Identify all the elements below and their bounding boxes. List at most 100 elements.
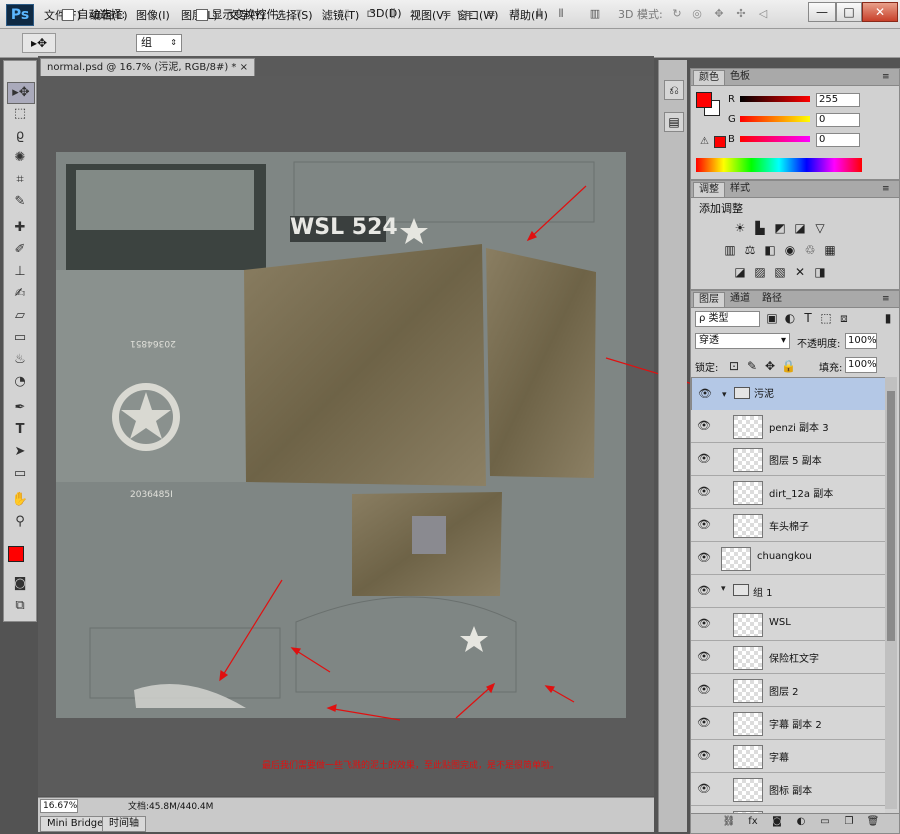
photo-filter-icon[interactable]: ◉ [783, 243, 797, 257]
channel-b-slider[interactable] [740, 136, 810, 142]
tab-timeline[interactable]: 时间轴 [102, 816, 146, 832]
color-spectrum-bar[interactable] [696, 158, 862, 172]
visibility-eye-icon[interactable]: 👁 [697, 650, 711, 664]
invert-icon[interactable]: ◪ [733, 265, 747, 279]
visibility-eye-icon[interactable]: 👁 [697, 782, 711, 796]
visibility-eye-icon[interactable]: 👁 [697, 419, 711, 433]
lock-position-icon[interactable]: ✥ [763, 359, 777, 373]
gradient-map-icon[interactable]: ◨ [813, 265, 827, 279]
channel-g-slider[interactable] [740, 116, 810, 122]
layer-row[interactable]: 👁 图层 5 副本 [691, 443, 885, 476]
layer-name: 字幕 副本 2 [769, 720, 822, 731]
layer-group-row[interactable]: 👁 ▾ 组 1 [691, 575, 885, 608]
channel-g-input[interactable]: 0 [816, 113, 860, 127]
layer-row[interactable]: 👁 penzi 副本 3 [691, 410, 885, 443]
exposure-icon[interactable]: ◪ [793, 221, 807, 235]
visibility-eye-icon[interactable]: 👁 [697, 617, 711, 631]
filter-smart-object-icon[interactable]: ⧈ [837, 311, 851, 325]
layer-row[interactable]: 👁 字幕 [691, 740, 885, 773]
gamut-swatch[interactable] [714, 136, 726, 148]
layer-thumbnail [733, 481, 763, 505]
tab-channels[interactable]: 通道 [725, 292, 755, 306]
visibility-eye-icon[interactable]: 👁 [697, 452, 711, 466]
layer-row[interactable]: 👁 dirt_12a 副本 [691, 476, 885, 509]
visibility-eye-icon[interactable]: 👁 [697, 749, 711, 763]
layer-row[interactable]: 👁 保险杠文字 [691, 641, 885, 674]
tab-layers[interactable]: 图层 [693, 292, 725, 307]
layer-row[interactable]: 👁 图标 副本 [691, 773, 885, 806]
history-panel-icon[interactable]: ⎌ [664, 80, 684, 100]
zoom-field[interactable]: 16.67% [40, 799, 78, 813]
panel-menu-icon[interactable]: ≡ [877, 182, 895, 196]
color-lookup-icon[interactable]: ▦ [823, 243, 837, 257]
folder-icon[interactable]: ▭ [818, 815, 832, 829]
hue-saturation-icon[interactable]: ▥ [723, 243, 737, 257]
layer-row[interactable]: 👁 chuangkou [691, 542, 885, 575]
tab-styles[interactable]: 样式 [725, 182, 755, 196]
tab-swatches[interactable]: 色板 [725, 70, 755, 84]
foreground-color-swatch[interactable] [696, 92, 712, 108]
layer-row[interactable]: 👁 图层 2 [691, 674, 885, 707]
tab-adjustments[interactable]: 调整 [693, 182, 725, 197]
layer-name: 图层 5 副本 [769, 456, 822, 467]
visibility-eye-icon[interactable]: 👁 [697, 716, 711, 730]
color-balance-icon[interactable]: ⚖ [743, 243, 757, 257]
vibrance-icon[interactable]: ▽ [813, 221, 827, 235]
trash-icon[interactable]: 🗑 [866, 815, 880, 829]
visibility-eye-icon[interactable]: 👁 [697, 683, 711, 697]
visibility-eye-icon[interactable]: 👁 [697, 518, 711, 532]
group-expand-icon[interactable]: ▾ [721, 584, 726, 594]
threshold-icon[interactable]: ▧ [773, 265, 787, 279]
channel-b-input[interactable]: 0 [816, 133, 860, 147]
curves-icon[interactable]: ◩ [773, 221, 787, 235]
layer-filter-dropdown[interactable]: ρ 类型 [695, 311, 760, 327]
channel-mixer-icon[interactable]: ♲ [803, 243, 817, 257]
layer-group-row[interactable]: 👁 ▾ 污泥 [691, 377, 895, 411]
levels-icon[interactable]: ▙ [753, 221, 767, 235]
lock-pixels-icon[interactable]: ✎ [745, 359, 759, 373]
filter-pixel-icon[interactable]: ▣ [765, 311, 779, 325]
filter-type-icon[interactable]: T [801, 311, 815, 325]
visibility-eye-icon[interactable]: 👁 [697, 485, 711, 499]
visibility-eye-icon[interactable]: 👁 [697, 584, 711, 598]
properties-panel-icon[interactable]: ▤ [664, 112, 684, 132]
brightness-icon[interactable]: ☀ [733, 221, 747, 235]
filter-adjustment-icon[interactable]: ◐ [783, 311, 797, 325]
layer-row[interactable]: 👁 WSL [691, 608, 885, 641]
fill-input[interactable]: 100% [845, 357, 877, 373]
mask-icon[interactable]: ◙ [770, 815, 784, 829]
channel-r-label: R [728, 94, 735, 105]
tab-color[interactable]: 颜色 [693, 70, 725, 85]
lock-all-icon[interactable]: 🔒 [781, 359, 796, 373]
adjustment-icon[interactable]: ◐ [794, 815, 808, 829]
layers-scrollbar-thumb[interactable] [887, 391, 895, 641]
layer-name: 字幕 [769, 753, 789, 764]
tab-mini-bridge[interactable]: Mini Bridge [40, 816, 111, 832]
blend-mode-dropdown[interactable]: 穿透 ▾ [695, 333, 790, 349]
add-adjustment-title: 添加调整 [699, 202, 743, 215]
panel-menu-icon[interactable]: ≡ [877, 70, 895, 84]
link-icon[interactable]: ⛓ [722, 815, 736, 829]
lock-transparency-icon[interactable]: ⊡ [727, 359, 741, 373]
layer-row[interactable]: 👁 字幕 副本 2 [691, 707, 885, 740]
channel-r-input[interactable]: 255 [816, 93, 860, 107]
selective-color-icon[interactable]: ✕ [793, 265, 807, 279]
posterize-icon[interactable]: ▨ [753, 265, 767, 279]
visibility-eye-icon[interactable]: 👁 [697, 551, 711, 565]
layer-name: penzi 副本 3 [769, 423, 829, 434]
filter-shape-icon[interactable]: ⬚ [819, 311, 833, 325]
layer-name: 污泥 [754, 389, 774, 400]
gamut-warning-icon[interactable]: ⚠ [700, 136, 709, 147]
channel-g-label: G [728, 114, 736, 125]
layer-row[interactable]: 👁 车头棉子 [691, 509, 885, 542]
fx-icon[interactable]: fx [746, 815, 760, 829]
black-white-icon[interactable]: ◧ [763, 243, 777, 257]
group-expand-icon[interactable]: ▾ [722, 387, 727, 403]
new-layer-icon[interactable]: ❐ [842, 815, 856, 829]
visibility-eye-icon[interactable]: 👁 [698, 387, 712, 401]
channel-r-slider[interactable] [740, 96, 810, 102]
filter-toggle-icon[interactable]: ▮ [881, 311, 895, 325]
tab-paths[interactable]: 路径 [757, 292, 787, 306]
panel-menu-icon[interactable]: ≡ [877, 292, 895, 306]
opacity-input[interactable]: 100% [845, 333, 877, 349]
